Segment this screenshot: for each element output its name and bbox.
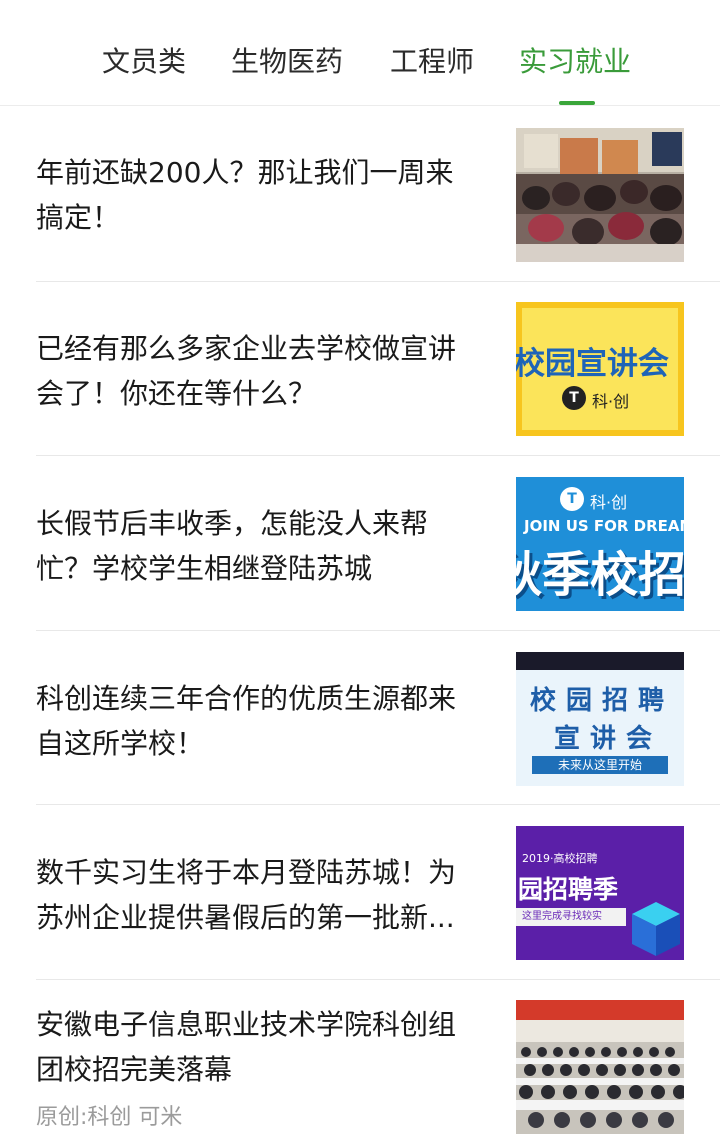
- article-thumbnail: 2019·高校招聘 园招聘季 这里完成寻找较实: [516, 826, 684, 960]
- divider: [36, 630, 720, 631]
- article-item[interactable]: 已经有那么多家企业去学校做宣讲 会了！你还在等什么？ 校园宣讲会 T 科·创: [36, 302, 684, 436]
- article-title: 数千实习生将于本月登陆苏城！为 苏州企业提供暑假后的第一批新...: [36, 856, 457, 934]
- article-thumbnail: T 科·创 JOIN US FOR DREAM 秋季校招: [516, 477, 684, 611]
- category-tab-bar: 文员类 生物医药 工程师 实习就业: [0, 0, 720, 106]
- divider: [36, 455, 720, 456]
- divider: [36, 979, 720, 980]
- banner-brand: 科·创: [592, 392, 630, 411]
- divider: [36, 281, 720, 282]
- article-title: 科创连续三年合作的优质生源都来 自这所学校！: [36, 682, 457, 760]
- banner-brand: 科·创: [590, 493, 628, 512]
- banner-ribbon: 这里完成寻找较实: [516, 908, 626, 926]
- article-title: 长假节后丰收季，怎能没人来帮 忙？学校学生相继登陆苏城: [36, 507, 429, 585]
- banner-line1: 校园招聘: [530, 686, 675, 716]
- article-item[interactable]: 年前还缺200人？那让我们一周来 搞定！: [36, 128, 684, 262]
- banner-tag: 2019·高校招聘: [522, 852, 598, 865]
- article-thumbnail: 校园宣讲会 T 科·创: [516, 302, 684, 436]
- banner-headline: 园招聘季: [518, 875, 619, 904]
- tab-engineer[interactable]: 工程师: [390, 44, 474, 80]
- article-title: 已经有那么多家企业去学校做宣讲 会了！你还在等什么？: [36, 332, 457, 410]
- article-thumbnail: [516, 128, 684, 262]
- divider: [36, 804, 720, 805]
- banner-line2: 宣讲会: [554, 724, 663, 754]
- article-item[interactable]: 安徽电子信息职业技术学院科创组 团校招完美落幕 原创:科创 可米: [36, 1000, 684, 1136]
- banner-top-strip: [516, 652, 684, 670]
- banner-footer: 未来从这里开始: [532, 756, 668, 774]
- tab-internship-employment[interactable]: 实习就业: [519, 44, 631, 80]
- active-tab-indicator: [559, 101, 595, 105]
- article-title: 年前还缺200人？那让我们一周来 搞定！: [36, 156, 454, 234]
- banner-slogan: JOIN US FOR DREAM: [524, 517, 684, 535]
- brand-logo-icon: T: [560, 487, 584, 511]
- tab-biomedicine[interactable]: 生物医药: [231, 44, 343, 80]
- banner-headline: 秋季校招: [516, 547, 684, 603]
- article-item[interactable]: 科创连续三年合作的优质生源都来 自这所学校！ 校园招聘 宣讲会 未来从这里开始: [36, 652, 684, 786]
- article-item[interactable]: 数千实习生将于本月登陆苏城！为 苏州企业提供暑假后的第一批新... 2019·高…: [36, 826, 684, 960]
- classroom-photo: [516, 128, 684, 262]
- article-meta: 原创:科创 可米: [36, 1105, 183, 1130]
- article-thumbnail: [516, 1000, 684, 1134]
- brand-logo-icon: T: [562, 386, 586, 410]
- article-thumbnail: 校园招聘 宣讲会 未来从这里开始: [516, 652, 684, 786]
- article-title: 安徽电子信息职业技术学院科创组 团校招完美落幕: [36, 1008, 457, 1086]
- article-item[interactable]: 长假节后丰收季，怎能没人来帮 忙？学校学生相继登陆苏城 T 科·创 JOIN U…: [36, 477, 684, 611]
- isometric-illustration: [632, 902, 680, 956]
- tab-clerical[interactable]: 文员类: [102, 44, 186, 80]
- auditorium-photo: [516, 1000, 684, 1134]
- banner-headline: 校园宣讲会: [516, 346, 669, 382]
